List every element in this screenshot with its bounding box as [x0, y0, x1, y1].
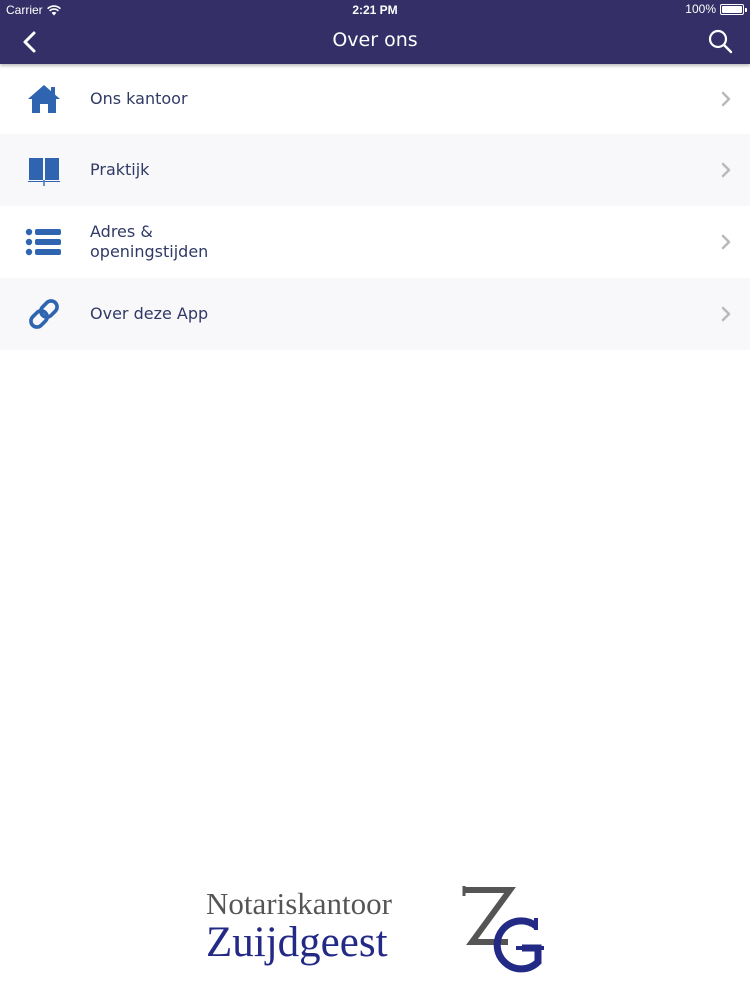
- chevron-right-icon: [721, 306, 731, 322]
- menu-item-label: Adres & openingstijden: [90, 222, 290, 262]
- menu-item-adres-openingstijden[interactable]: Adres & openingstijden: [0, 206, 750, 278]
- page-title: Over ons: [332, 29, 418, 51]
- menu-item-ons-kantoor[interactable]: Ons kantoor: [0, 64, 750, 134]
- status-bar: Carrier 2:21 PM 100%: [0, 0, 750, 20]
- zg-monogram-icon: [462, 886, 544, 973]
- nav-bar: Over ons: [0, 20, 750, 64]
- chevron-right-icon: [721, 91, 731, 107]
- search-icon: [708, 29, 733, 54]
- link-icon: [22, 294, 66, 334]
- menu-item-label: Ons kantoor: [90, 89, 188, 108]
- menu-item-label: Over deze App: [90, 304, 209, 323]
- chevron-right-icon: [721, 234, 731, 250]
- battery-icon: [720, 3, 747, 15]
- menu-item-over-deze-app[interactable]: Over deze App: [0, 278, 750, 350]
- menu-list: Ons kantoor Praktijk Adres & openingstij…: [0, 64, 750, 350]
- logo-line1: Notariskantoor: [206, 886, 392, 921]
- search-button[interactable]: [706, 28, 736, 56]
- chevron-right-icon: [721, 162, 731, 178]
- menu-item-label-text: Adres & openingstijden: [90, 222, 209, 261]
- home-icon: [22, 79, 66, 119]
- menu-item-label: Praktijk: [90, 160, 150, 179]
- logo-line2: Zuijdgeest: [206, 919, 388, 966]
- status-right: 100%: [685, 2, 747, 16]
- menu-item-praktijk[interactable]: Praktijk: [0, 134, 750, 206]
- book-icon: [22, 150, 66, 190]
- battery-fill: [722, 5, 742, 13]
- company-logo: Notariskantoor Zuijdgeest: [200, 880, 560, 990]
- battery-percentage: 100%: [685, 2, 716, 16]
- list-icon: [22, 222, 66, 262]
- status-time: 2:21 PM: [352, 3, 398, 17]
